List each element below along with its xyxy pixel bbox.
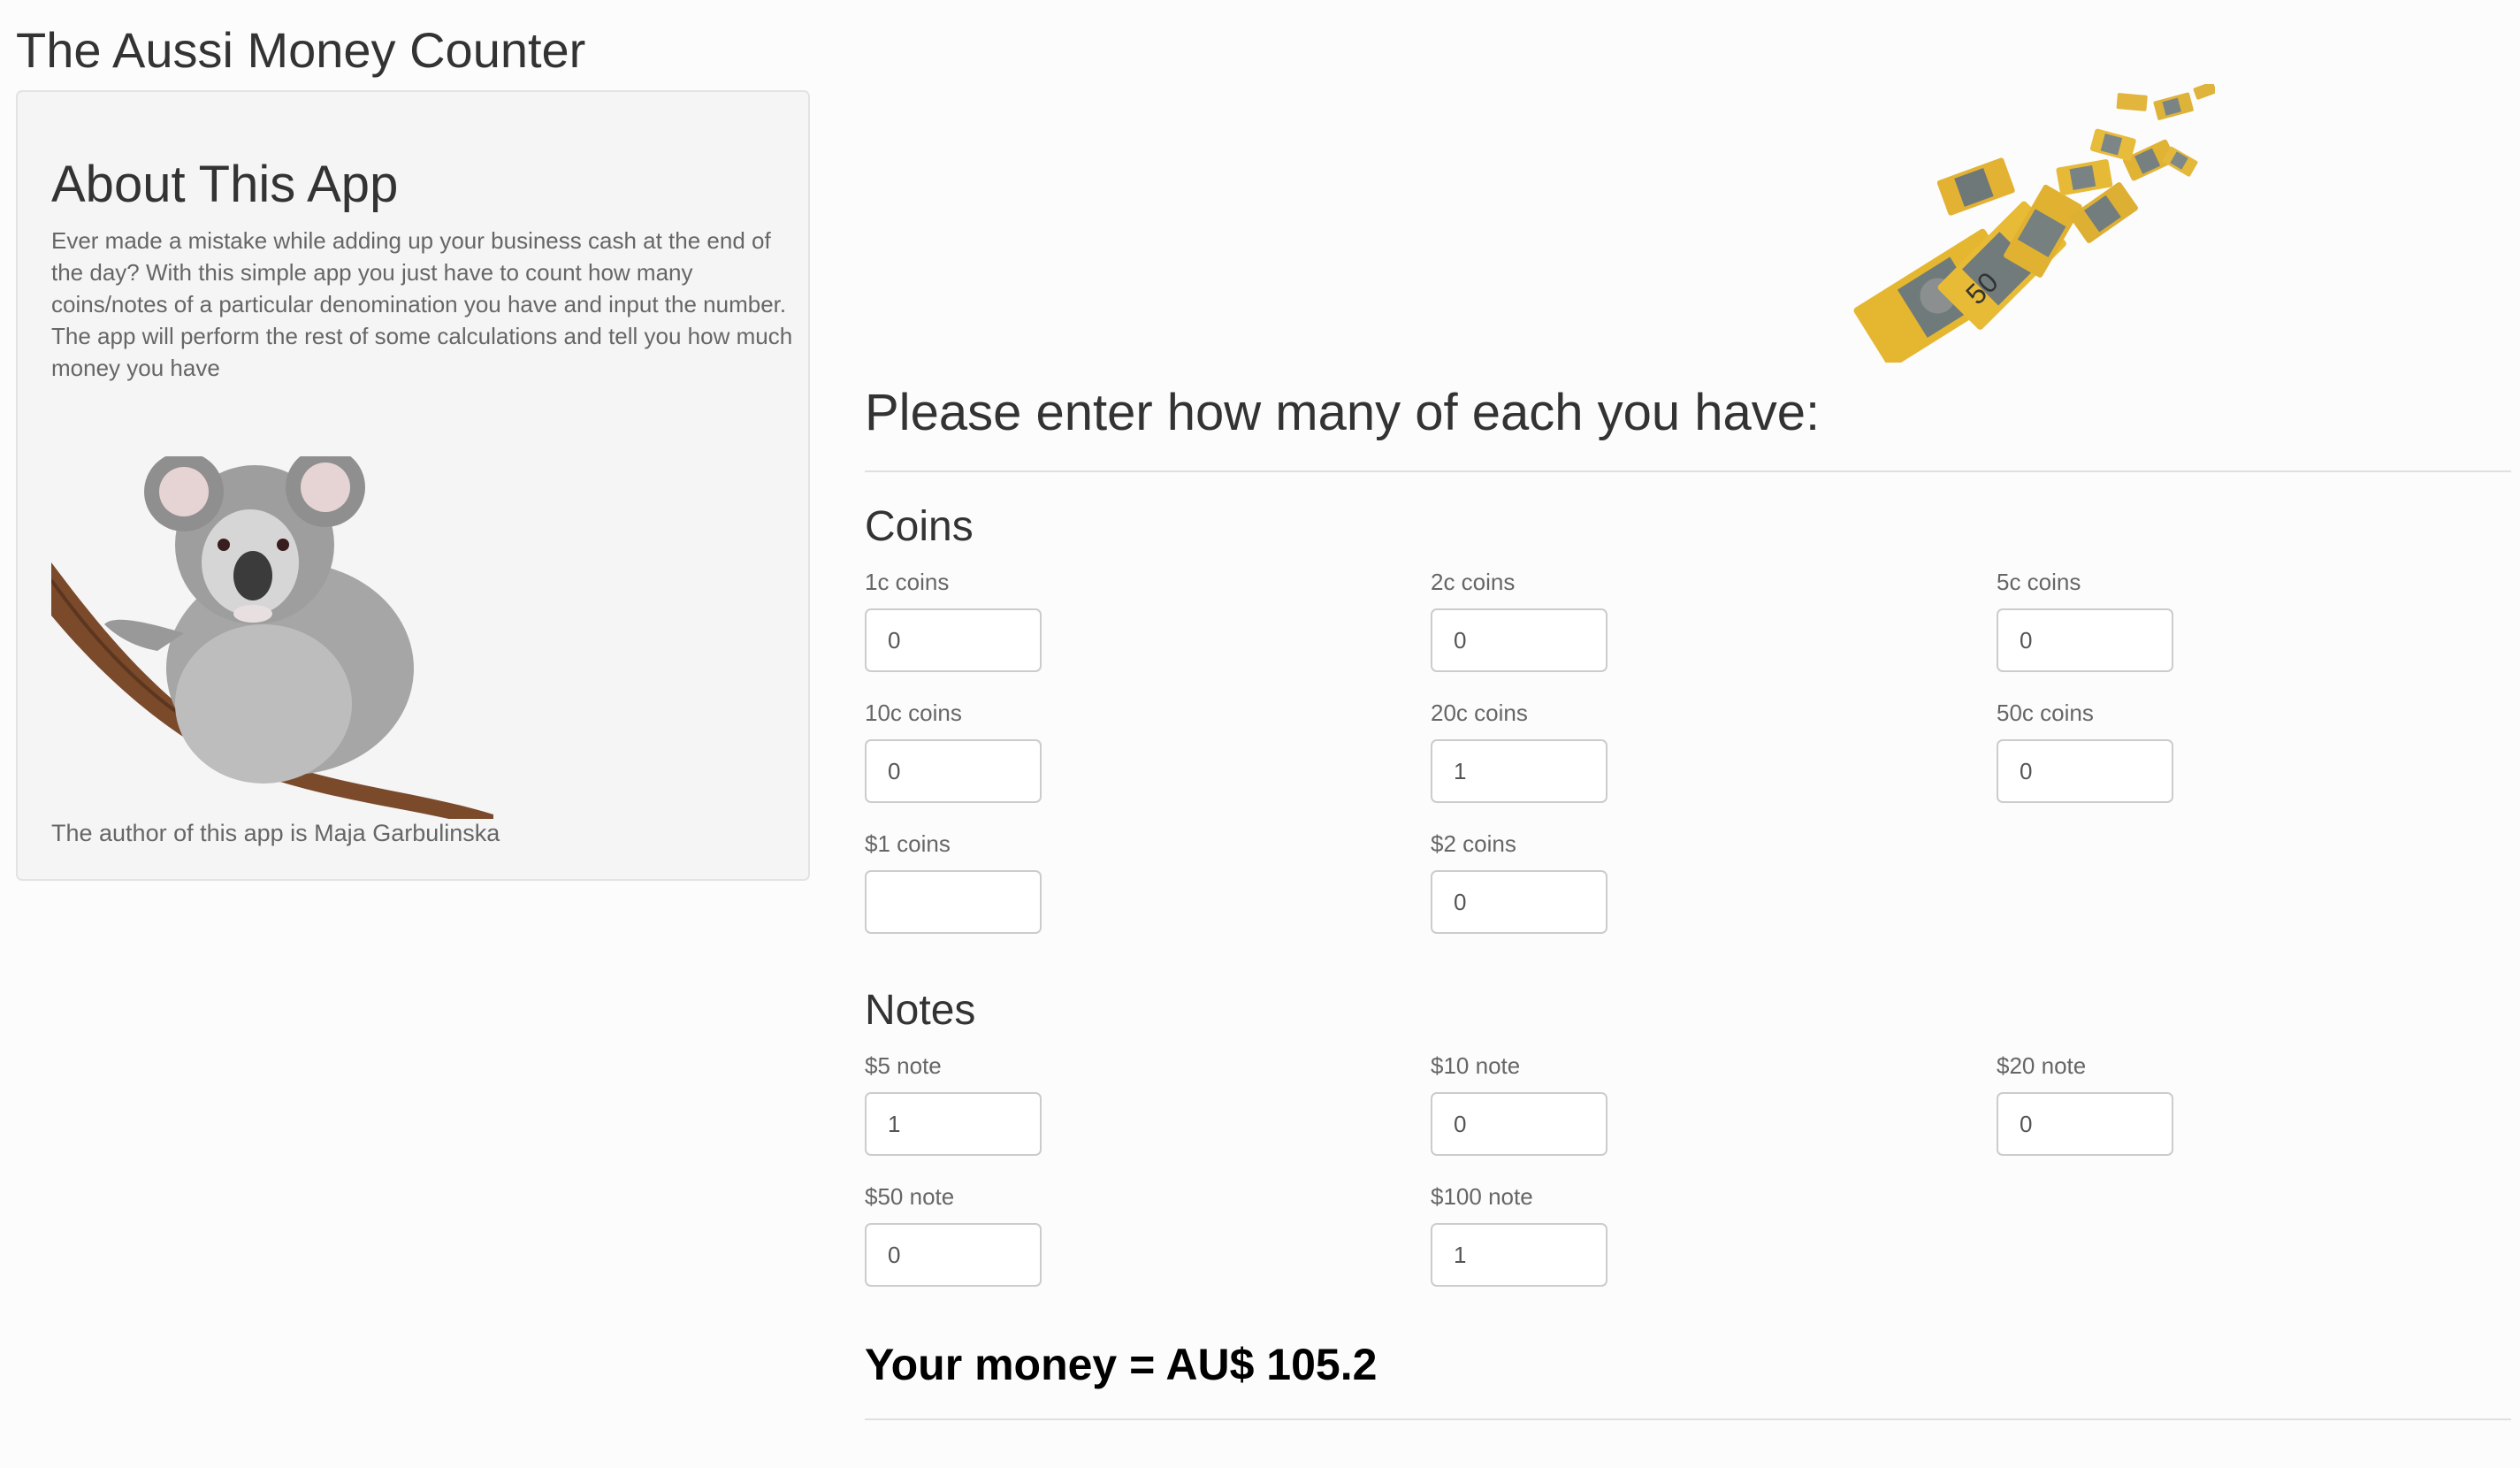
coin-20c-label: 20c coins: [1431, 700, 1528, 726]
coin-1c-field: 1c coins: [865, 568, 1042, 672]
coin-5c-input[interactable]: [1997, 608, 2173, 672]
note-50-input[interactable]: [865, 1223, 1042, 1287]
note-10-label: $10 note: [1431, 1052, 1521, 1079]
coin-20c-input[interactable]: [1431, 739, 1607, 803]
sidebar-panel: About This App Ever made a mistake while…: [16, 90, 810, 881]
coin-10c-input[interactable]: [865, 739, 1042, 803]
app-title: The Aussi Money Counter: [16, 22, 586, 78]
note-10-input[interactable]: [1431, 1092, 1607, 1156]
coin-5c-field: 5c coins: [1997, 568, 2173, 672]
prompt-heading: Please enter how many of each you have:: [865, 384, 1821, 441]
divider: [865, 470, 2511, 472]
coin-2-dollar-field: $2 coins: [1431, 830, 1607, 934]
note-50-label: $50 note: [865, 1183, 955, 1210]
note-50-field: $50 note: [865, 1182, 1042, 1287]
note-20-input[interactable]: [1997, 1092, 2173, 1156]
author-credit: The author of this app is Maja Garbulins…: [51, 820, 500, 846]
coin-1c-input[interactable]: [865, 608, 1042, 672]
about-description: Ever made a mistake while adding up your…: [51, 227, 793, 381]
note-10-field: $10 note: [1431, 1051, 1607, 1156]
about-heading: About This App: [51, 156, 399, 213]
note-20-label: $20 note: [1997, 1052, 2087, 1079]
coin-50c-field: 50c coins: [1997, 699, 2173, 803]
coin-1-dollar-field: $1 coins: [865, 830, 1042, 934]
coin-2c-input[interactable]: [1431, 608, 1607, 672]
bottom-divider: [865, 1418, 2511, 1420]
coins-heading: Coins: [865, 503, 974, 550]
coin-1-dollar-input[interactable]: [865, 870, 1042, 934]
note-5-input[interactable]: [865, 1092, 1042, 1156]
coin-1c-label: 1c coins: [865, 569, 950, 595]
coin-2-dollar-label: $2 coins: [1431, 830, 1516, 857]
note-5-label: $5 note: [865, 1052, 942, 1079]
note-100-field: $100 note: [1431, 1182, 1607, 1287]
coin-50c-label: 50c coins: [1997, 700, 2094, 726]
note-5-field: $5 note: [865, 1051, 1042, 1156]
koala-image: [51, 456, 493, 819]
coin-50c-input[interactable]: [1997, 739, 2173, 803]
coin-20c-field: 20c coins: [1431, 699, 1607, 803]
note-100-label: $100 note: [1431, 1183, 1533, 1210]
coin-2c-field: 2c coins: [1431, 568, 1607, 672]
note-100-input[interactable]: [1431, 1223, 1607, 1287]
note-20-field: $20 note: [1997, 1051, 2173, 1156]
notes-heading: Notes: [865, 987, 976, 1034]
main-panel: Please enter how many of each you have: …: [865, 0, 2511, 1468]
coin-10c-label: 10c coins: [865, 700, 962, 726]
coin-2c-label: 2c coins: [1431, 569, 1516, 595]
coin-10c-field: 10c coins: [865, 699, 1042, 803]
money-total: Your money = AU$ 105.2: [865, 1340, 1378, 1389]
coin-1-dollar-label: $1 coins: [865, 830, 951, 857]
coin-2-dollar-input[interactable]: [1431, 870, 1607, 934]
coin-5c-label: 5c coins: [1997, 569, 2081, 595]
